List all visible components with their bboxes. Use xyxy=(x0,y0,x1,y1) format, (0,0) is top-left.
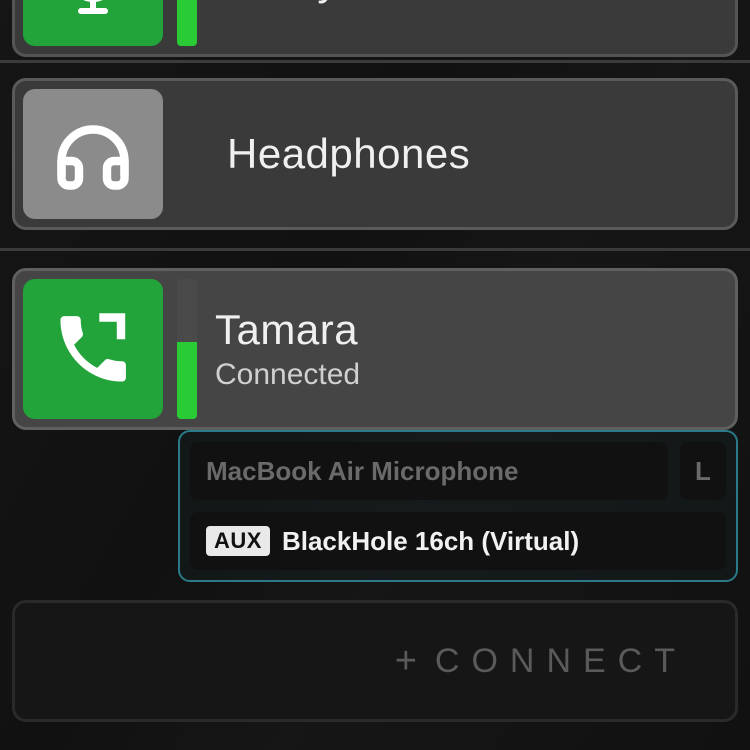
device-chip[interactable]: L xyxy=(680,442,726,500)
output-tile[interactable]: Headphones xyxy=(12,78,738,230)
output-label: Headphones xyxy=(227,130,470,178)
call-level-fill xyxy=(177,342,197,419)
mic-status: Ready xyxy=(215,0,339,5)
caller-name: Tamara xyxy=(215,306,360,354)
connect-label: CONNECT xyxy=(435,642,687,681)
microphone-icon xyxy=(23,0,163,46)
call-level-meter xyxy=(177,279,197,419)
plus-icon: + xyxy=(395,642,417,680)
device-group: MacBook Air Microphone L AUX BlackHole 1… xyxy=(178,430,738,582)
mic-tile[interactable]: Ready xyxy=(12,0,738,57)
device-label: BlackHole 16ch (Virtual) xyxy=(282,526,579,557)
headphones-icon xyxy=(23,89,163,219)
connect-button[interactable]: + CONNECT xyxy=(12,600,738,722)
mic-level-meter xyxy=(177,0,197,46)
mic-level-fill xyxy=(177,0,197,46)
aux-badge: AUX xyxy=(206,526,270,556)
device-label: MacBook Air Microphone xyxy=(206,456,519,487)
device-chip[interactable]: AUX BlackHole 16ch (Virtual) xyxy=(190,512,726,570)
device-label: L xyxy=(695,456,711,487)
device-chip[interactable]: MacBook Air Microphone xyxy=(190,442,668,500)
caller-status: Connected xyxy=(215,358,360,392)
divider xyxy=(0,60,750,63)
divider xyxy=(0,248,750,251)
caller-tile[interactable]: Tamara Connected xyxy=(12,268,738,430)
phone-icon xyxy=(23,279,163,419)
